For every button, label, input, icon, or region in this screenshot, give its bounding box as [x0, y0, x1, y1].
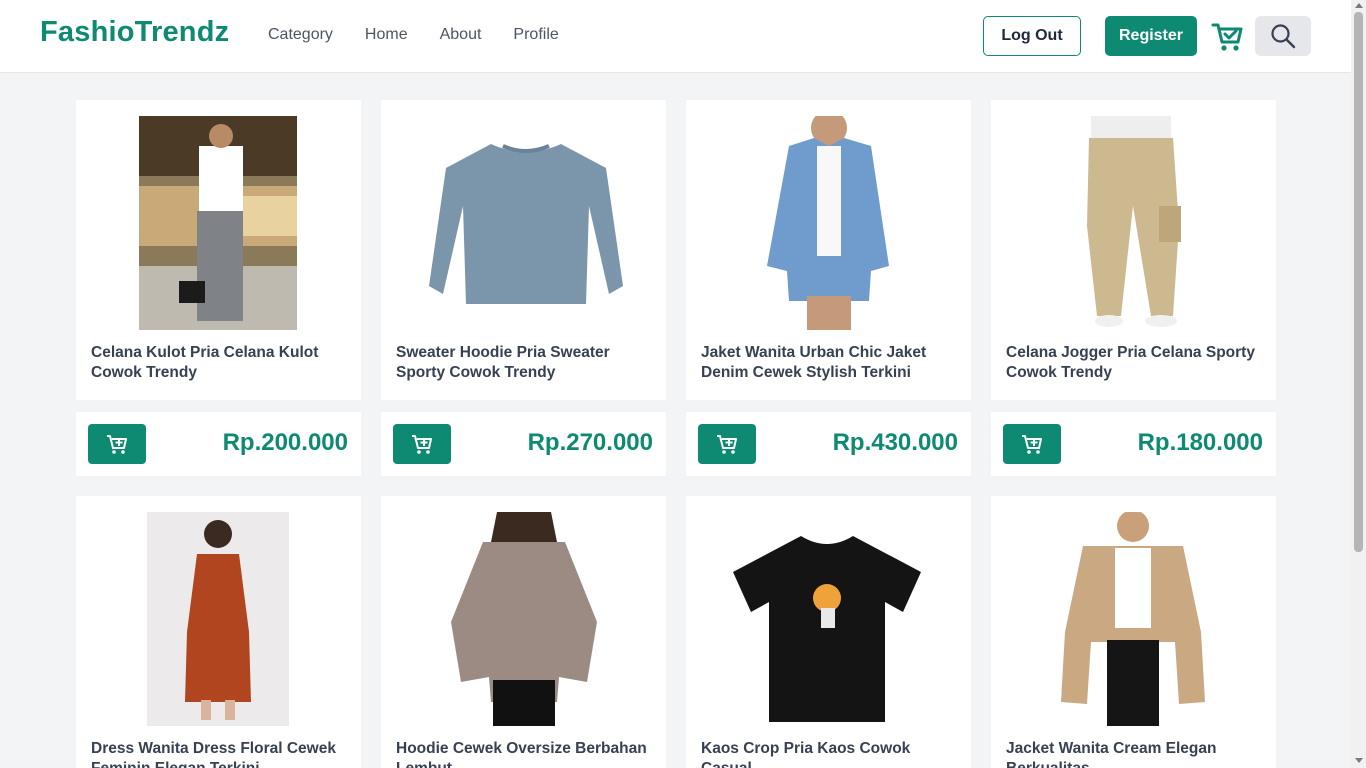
nav-link-category[interactable]: Category — [268, 26, 333, 44]
product-name[interactable]: Hoodie Cewek Oversize Berbahan Lembut — [396, 739, 654, 768]
add-to-cart-button[interactable] — [698, 424, 756, 464]
logout-button[interactable]: Log Out — [983, 16, 1081, 56]
product-card[interactable]: Kaos Crop Pria Kaos Cowok Casual — [686, 496, 971, 768]
product-price: Rp.430.000 — [832, 429, 958, 456]
scroll-thumb[interactable] — [1354, 12, 1363, 552]
nav-links: Category Home About Profile — [268, 26, 559, 44]
product-image — [139, 116, 297, 330]
cart-icon[interactable] — [1211, 20, 1243, 54]
cart-plus-icon — [412, 435, 432, 454]
product-card[interactable]: Celana Kulot Pria Celana Kulot Cowok Tre… — [76, 100, 361, 400]
brand-logo[interactable]: FashioTrendz — [40, 16, 229, 49]
nav-link-home[interactable]: Home — [365, 26, 408, 44]
product-image — [759, 116, 899, 330]
product-name[interactable]: Sweater Hoodie Pria Sweater Sporty Cowok… — [396, 343, 654, 383]
product-name[interactable]: Celana Jogger Pria Celana Sporty Cowok T… — [1006, 343, 1264, 383]
search-icon — [1271, 24, 1296, 49]
product-image — [1061, 116, 1201, 330]
product-card[interactable]: Dress Wanita Dress Floral Cewek Feminin … — [76, 496, 361, 768]
add-to-cart-button[interactable] — [88, 424, 146, 464]
nav-link-profile[interactable]: Profile — [513, 26, 558, 44]
product-name[interactable]: Jaket Wanita Urban Chic Jaket Denim Cewe… — [701, 343, 959, 383]
price-bar: Rp.430.000 — [686, 412, 971, 476]
product-image — [447, 512, 601, 726]
scrollbar[interactable] — [1351, 0, 1366, 768]
cart-plus-icon — [1022, 435, 1042, 454]
product-card[interactable]: Hoodie Cewek Oversize Berbahan Lembut — [381, 496, 666, 768]
product-card[interactable]: Jacket Wanita Cream Elegan Berkualitas — [991, 496, 1276, 768]
register-button[interactable]: Register — [1105, 16, 1197, 56]
navbar: FashioTrendz Category Home About Profile… — [0, 0, 1351, 73]
product-card[interactable]: Jaket Wanita Urban Chic Jaket Denim Cewe… — [686, 100, 971, 400]
nav-link-about[interactable]: About — [440, 26, 482, 44]
product-card[interactable]: Sweater Hoodie Pria Sweater Sporty Cowok… — [381, 100, 666, 400]
price-bar: Rp.270.000 — [381, 412, 666, 476]
scroll-down-arrow-icon[interactable] — [1355, 758, 1363, 763]
cart-plus-icon — [717, 435, 737, 454]
product-name[interactable]: Celana Kulot Pria Celana Kulot Cowok Tre… — [91, 343, 349, 383]
add-to-cart-button[interactable] — [1003, 424, 1061, 464]
price-bar: Rp.200.000 — [76, 412, 361, 476]
product-price: Rp.200.000 — [222, 429, 348, 456]
price-bar: Rp.180.000 — [991, 412, 1276, 476]
product-card[interactable]: Celana Jogger Pria Celana Sporty Cowok T… — [991, 100, 1276, 400]
product-name[interactable]: Kaos Crop Pria Kaos Cowok Casual — [701, 739, 959, 768]
product-image — [421, 116, 631, 330]
product-name[interactable]: Jacket Wanita Cream Elegan Berkualitas — [1006, 739, 1264, 768]
cart-plus-icon — [107, 435, 127, 454]
product-price: Rp.180.000 — [1137, 429, 1263, 456]
product-image — [731, 512, 923, 726]
product-price: Rp.270.000 — [527, 429, 653, 456]
scroll-up-arrow-icon[interactable] — [1355, 3, 1363, 8]
add-to-cart-button[interactable] — [393, 424, 451, 464]
product-image — [1057, 512, 1209, 726]
product-image — [147, 512, 289, 726]
search-button[interactable] — [1255, 16, 1311, 56]
product-name[interactable]: Dress Wanita Dress Floral Cewek Feminin … — [91, 739, 349, 768]
